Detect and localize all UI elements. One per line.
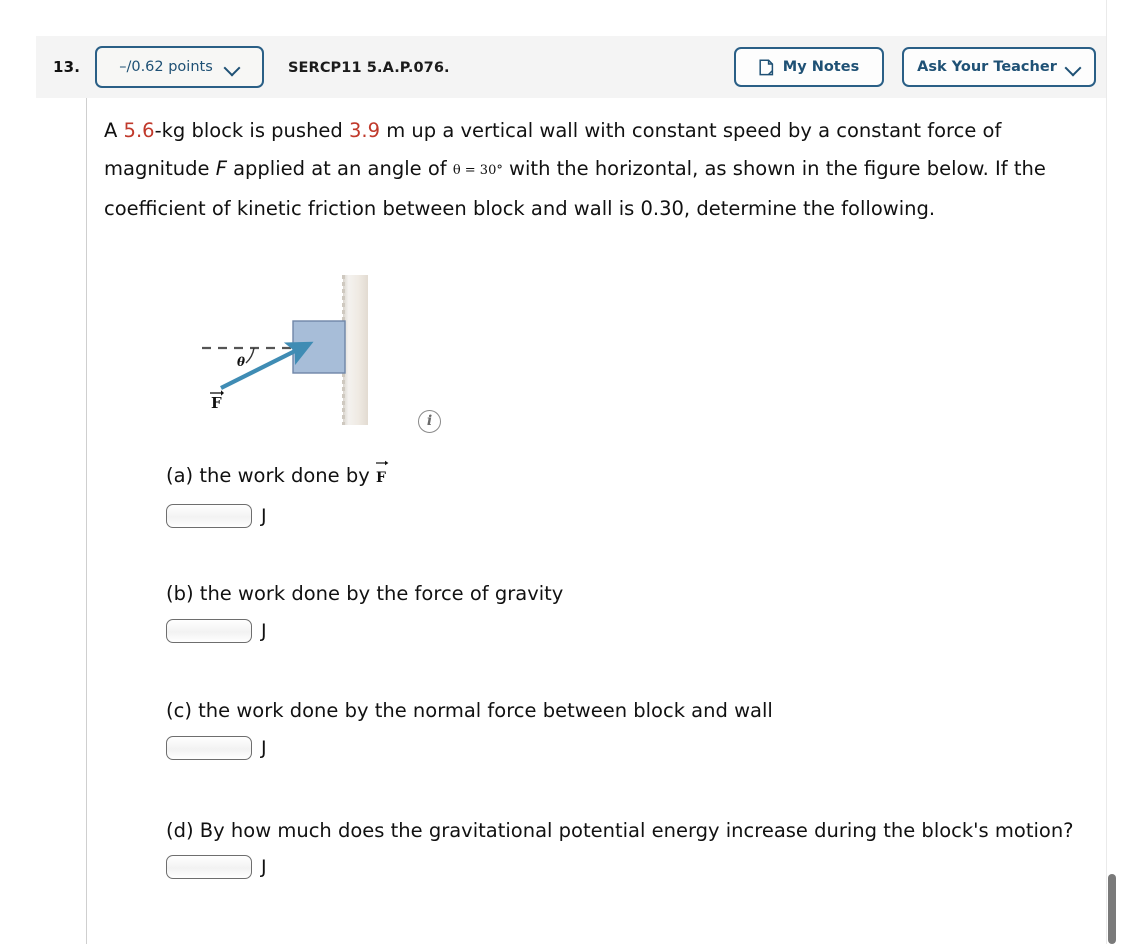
force-symbol: F [215, 157, 227, 180]
part-b-answer-input[interactable] [166, 619, 252, 643]
part-c-unit: J [261, 737, 267, 759]
force-vector-symbol: F [375, 460, 389, 494]
part-d-label: (d) By how much does the gravitational p… [166, 819, 1074, 842]
part-b-label: (b) the work done by the force of gravit… [166, 582, 564, 605]
svg-text:F: F [211, 394, 222, 412]
block-shape [292, 320, 346, 374]
part-d-answer-input[interactable] [166, 855, 252, 879]
content-left-divider [86, 98, 87, 944]
my-notes-label: My Notes [782, 59, 860, 75]
part-a-text: (a) the work done by [166, 464, 376, 487]
question-distance-value: 3.9 [349, 119, 381, 142]
question-statement: A 5.6-kg block is pushed 3.9 m up a vert… [104, 112, 1069, 228]
points-label: –/0.62 points [119, 59, 213, 75]
vector-arrow-overline [375, 460, 389, 466]
chevron-down-icon [225, 60, 240, 75]
question-mass-value: 5.6 [123, 119, 155, 142]
info-circle-icon[interactable]: i [418, 410, 441, 433]
scrollbar-thumb[interactable] [1108, 874, 1116, 944]
part-a-unit: J [261, 505, 267, 527]
question-number: 13. [53, 58, 81, 76]
part-a: (a) the work done by F J [166, 460, 1096, 528]
force-vector-label: F [210, 390, 224, 412]
part-c-label: (c) the work done by the normal force be… [166, 699, 773, 722]
part-c-answer-input[interactable] [166, 736, 252, 760]
chevron-down-icon [1066, 60, 1081, 75]
question-text-1: A [104, 119, 124, 142]
ask-your-teacher-button[interactable]: Ask Your Teacher [902, 47, 1096, 87]
part-b-unit: J [261, 620, 267, 642]
question-code: SERCP11 5.A.P.076. [288, 60, 450, 76]
part-d-unit: J [261, 856, 267, 878]
my-notes-button[interactable]: My Notes [734, 47, 884, 87]
part-d-answer-row: J [166, 855, 1096, 879]
theta-arc [245, 347, 255, 364]
part-a-answer-row: J [166, 504, 1096, 528]
part-a-answer-input[interactable] [166, 504, 252, 528]
points-dropdown-button[interactable]: –/0.62 points [95, 46, 264, 88]
part-d: (d) By how much does the gravitational p… [166, 812, 1096, 879]
part-a-label: (a) the work done by F [166, 460, 1096, 494]
force-arrow [220, 341, 314, 390]
part-c-answer-row: J [166, 736, 1096, 760]
part-b: (b) the work done by the force of gravit… [166, 578, 1096, 643]
physics-diagram: θ F i [180, 262, 470, 447]
question-text-2: -kg block is pushed [154, 119, 350, 142]
wall-surface [343, 275, 368, 425]
ask-your-teacher-label: Ask Your Teacher [917, 59, 1057, 75]
part-b-answer-row: J [166, 619, 1096, 643]
note-page-icon [759, 58, 774, 76]
question-header-bar: 13. –/0.62 points SERCP11 5.A.P.076. My … [36, 36, 1112, 98]
theta-label: θ [237, 355, 245, 369]
question-text-4: applied at an angle of [226, 157, 453, 180]
angle-value: θ = 30° [452, 163, 503, 178]
force-vector-letter: F [375, 470, 386, 486]
part-c: (c) the work done by the normal force be… [166, 695, 1096, 760]
scrollbar-track[interactable] [1106, 0, 1117, 944]
